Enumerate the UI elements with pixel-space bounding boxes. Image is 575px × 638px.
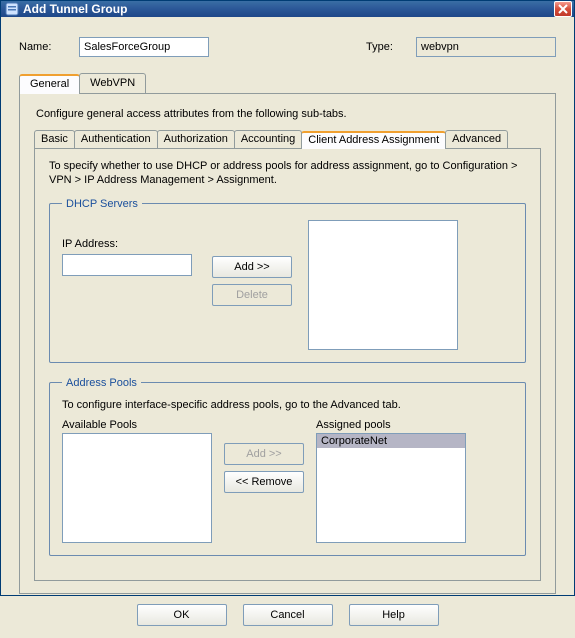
help-button[interactable]: Help <box>349 604 439 626</box>
outer-tabs: General WebVPN <box>19 73 556 93</box>
app-icon <box>5 2 19 16</box>
close-icon <box>558 4 568 14</box>
list-item[interactable]: CorporateNet <box>317 434 465 448</box>
subtab-advanced[interactable]: Advanced <box>445 130 508 148</box>
header-row: Name: Type: <box>19 37 556 57</box>
client-address-assignment-panel: To specify whether to use DHCP or addres… <box>34 148 541 581</box>
pools-note: To configure interface-specific address … <box>62 399 513 411</box>
available-pools-list[interactable] <box>62 433 212 543</box>
available-pools-label: Available Pools <box>62 419 212 431</box>
ok-button[interactable]: OK <box>137 604 227 626</box>
subtab-client-address-assignment[interactable]: Client Address Assignment <box>301 131 446 149</box>
tab-general[interactable]: General <box>19 74 80 94</box>
pools-legend: Address Pools <box>62 377 141 389</box>
dhcp-servers-list[interactable] <box>308 220 458 350</box>
inner-tabs: Basic Authentication Authorization Accou… <box>34 130 541 148</box>
pools-remove-button[interactable]: << Remove <box>224 471 304 493</box>
dhcp-delete-button[interactable]: Delete <box>212 284 292 306</box>
titlebar: Add Tunnel Group <box>1 1 574 17</box>
dialog-window: Add Tunnel Group Name: Type: General Web… <box>0 0 575 596</box>
address-pools-group: Address Pools To configure interface-spe… <box>49 377 526 556</box>
type-field <box>416 37 556 57</box>
tab-webvpn[interactable]: WebVPN <box>79 73 146 93</box>
assigned-pools-label: Assigned pools <box>316 419 466 431</box>
ip-address-label: IP Address: <box>62 238 212 250</box>
dhcp-legend: DHCP Servers <box>62 198 142 210</box>
close-button[interactable] <box>554 1 572 17</box>
type-label: Type: <box>366 41 416 53</box>
pools-add-button[interactable]: Add >> <box>224 443 304 465</box>
dhcp-add-button[interactable]: Add >> <box>212 256 292 278</box>
name-input[interactable] <box>79 37 209 57</box>
caa-instructions: To specify whether to use DHCP or addres… <box>49 159 526 188</box>
subtab-basic[interactable]: Basic <box>34 130 75 148</box>
dhcp-servers-group: DHCP Servers IP Address: Add >> Delete <box>49 198 526 363</box>
cancel-button[interactable]: Cancel <box>243 604 333 626</box>
subtab-authentication[interactable]: Authentication <box>74 130 158 148</box>
name-label: Name: <box>19 41 79 53</box>
assigned-pools-list[interactable]: CorporateNet <box>316 433 466 543</box>
general-description: Configure general access attributes from… <box>36 108 541 120</box>
dialog-footer: OK Cancel Help <box>19 594 556 628</box>
window-title: Add Tunnel Group <box>23 2 554 16</box>
dialog-body: Name: Type: General WebVPN Configure gen… <box>1 17 574 638</box>
ip-address-input[interactable] <box>62 254 192 276</box>
general-panel: Configure general access attributes from… <box>19 93 556 594</box>
subtab-accounting[interactable]: Accounting <box>234 130 302 148</box>
subtab-authorization[interactable]: Authorization <box>157 130 235 148</box>
